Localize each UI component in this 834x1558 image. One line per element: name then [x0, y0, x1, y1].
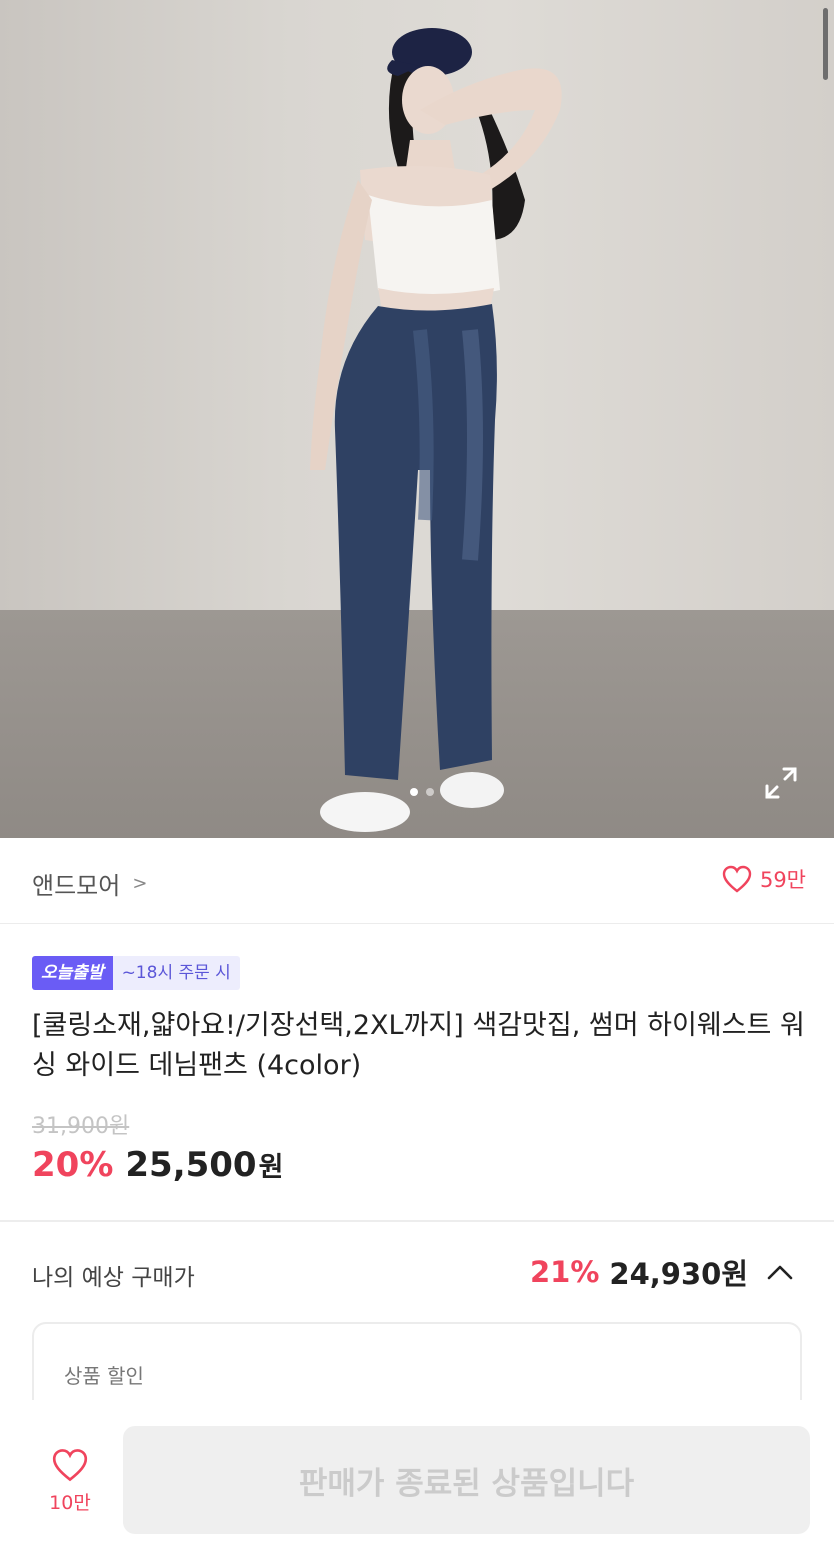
chevron-up-icon[interactable]: [758, 1250, 802, 1294]
brand-name: 앤드모어: [32, 872, 121, 900]
expected-price-row[interactable]: 나의 예상 구매가 21% 24,930원: [32, 1250, 802, 1294]
wishlist-count: 10만: [49, 1492, 91, 1514]
heart-outline-icon: [722, 865, 752, 893]
sold-out-button[interactable]: 판매가 종료된 상품입니다: [123, 1426, 810, 1534]
original-price: 31,900원: [32, 1114, 130, 1139]
wishlist-count: 59만: [759, 868, 806, 892]
delivery-badge: 오늘출발 ~18시 주문 시: [32, 956, 240, 990]
today-shipping-badge: 오늘출발: [32, 956, 113, 990]
brand-row: 앤드모어 > 59만: [0, 838, 834, 924]
carousel-dot-active[interactable]: [410, 788, 418, 796]
carousel-dot[interactable]: [426, 788, 434, 796]
product-discount-label: 상품 할인: [64, 1364, 144, 1388]
product-title: [쿨링소재,얇아요!/기장선택,2XL까지] 색감맛집, 썸머 하이웨스트 워싱…: [32, 1010, 805, 1081]
brand-link[interactable]: 앤드모어 >: [32, 866, 147, 901]
wishlist-button[interactable]: 10만: [30, 1448, 110, 1515]
product-image[interactable]: [0, 0, 834, 838]
sale-price: 25,500: [125, 1145, 257, 1185]
chevron-right-icon: >: [132, 873, 148, 894]
model-illustration: [310, 28, 562, 832]
sale-price-row: 20% 25,500 원: [32, 1145, 283, 1185]
scrollbar-thumb[interactable]: [823, 8, 828, 80]
carousel-indicator: [410, 788, 434, 796]
section-divider: [0, 1220, 834, 1222]
expected-price-amount: 24,930원: [609, 1257, 748, 1291]
discount-percent: 20%: [32, 1145, 114, 1185]
expand-icon[interactable]: [764, 766, 798, 800]
expected-discount-percent: 21%: [529, 1255, 600, 1289]
expected-price-label: 나의 예상 구매가: [32, 1265, 195, 1291]
order-deadline-badge: ~18시 주문 시: [112, 956, 240, 990]
bottom-action-bar: 10만 판매가 종료된 상품입니다: [0, 1400, 834, 1558]
expected-price-value: 21% 24,930원: [530, 1250, 802, 1294]
heart-outline-icon: [52, 1449, 88, 1482]
currency-unit: 원: [258, 1152, 284, 1183]
wishlist-button-top[interactable]: 59만: [722, 864, 806, 894]
